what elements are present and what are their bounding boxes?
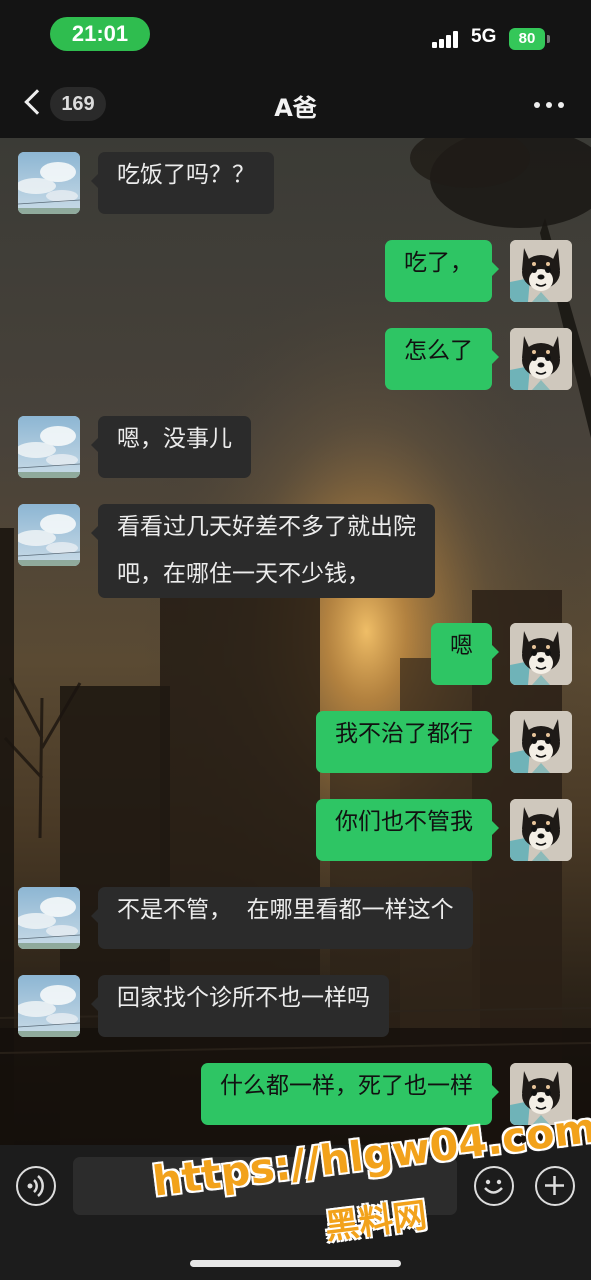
- chat-title: A爸: [274, 94, 317, 122]
- message-row: 吃饭了吗？？: [0, 152, 591, 214]
- my-avatar[interactable]: [510, 328, 572, 390]
- incoming-message-bubble[interactable]: 回家找个诊所不也一样吗: [91, 975, 389, 1037]
- incoming-message-bubble[interactable]: 吃饭了吗？？: [91, 152, 274, 214]
- message-row: 吃了，: [0, 240, 591, 302]
- message-row: 我不治了都行: [0, 711, 591, 773]
- message-row: 怎么了: [0, 328, 591, 390]
- message-row: 你们也不管我: [0, 799, 591, 861]
- my-avatar[interactable]: [510, 711, 572, 773]
- contact-avatar[interactable]: [18, 975, 80, 1037]
- home-indicator: [190, 1260, 401, 1267]
- contact-avatar[interactable]: [18, 504, 80, 566]
- plus-icon[interactable]: [535, 1166, 575, 1206]
- battery-icon: 80: [509, 28, 550, 50]
- my-avatar[interactable]: [510, 799, 572, 861]
- outgoing-message-bubble[interactable]: 你们也不管我: [316, 799, 499, 861]
- my-avatar[interactable]: [510, 623, 572, 685]
- outgoing-message-bubble[interactable]: 怎么了: [385, 328, 499, 390]
- nav-bar: 169 A爸: [0, 70, 591, 138]
- message-row: 回家找个诊所不也一样吗: [0, 975, 591, 1037]
- outgoing-message-bubble[interactable]: 我不治了都行: [316, 711, 499, 773]
- incoming-message-bubble[interactable]: 不是不管， 在哪里看都一样这个: [91, 887, 473, 949]
- more-dots-icon[interactable]: [534, 102, 564, 108]
- contact-avatar[interactable]: [18, 416, 80, 478]
- message-row: 嗯，没事儿: [0, 416, 591, 478]
- network-label: 5G: [471, 26, 497, 47]
- incoming-message-bubble[interactable]: 嗯，没事儿: [91, 416, 251, 478]
- contact-avatar[interactable]: [18, 152, 80, 214]
- my-avatar[interactable]: [510, 240, 572, 302]
- incoming-message-bubble[interactable]: 看看过几天好差不多了就出院 吧，在哪住一天不少钱，: [91, 504, 435, 598]
- outgoing-message-bubble[interactable]: 吃了，: [385, 240, 499, 302]
- message-row: 不是不管， 在哪里看都一样这个: [0, 887, 591, 949]
- voice-icon[interactable]: [16, 1166, 56, 1206]
- signal-icon: [432, 30, 464, 48]
- message-row: 嗯: [0, 623, 591, 685]
- contact-avatar[interactable]: [18, 887, 80, 949]
- message-row: 看看过几天好差不多了就出院 吧，在哪住一天不少钱，: [0, 504, 591, 598]
- outgoing-message-bubble[interactable]: 嗯: [431, 623, 499, 685]
- status-time: 21:01: [50, 17, 150, 51]
- outgoing-message-bubble[interactable]: 什么都一样，死了也一样: [201, 1063, 499, 1125]
- status-bar: 21:01 5G 80: [0, 0, 591, 70]
